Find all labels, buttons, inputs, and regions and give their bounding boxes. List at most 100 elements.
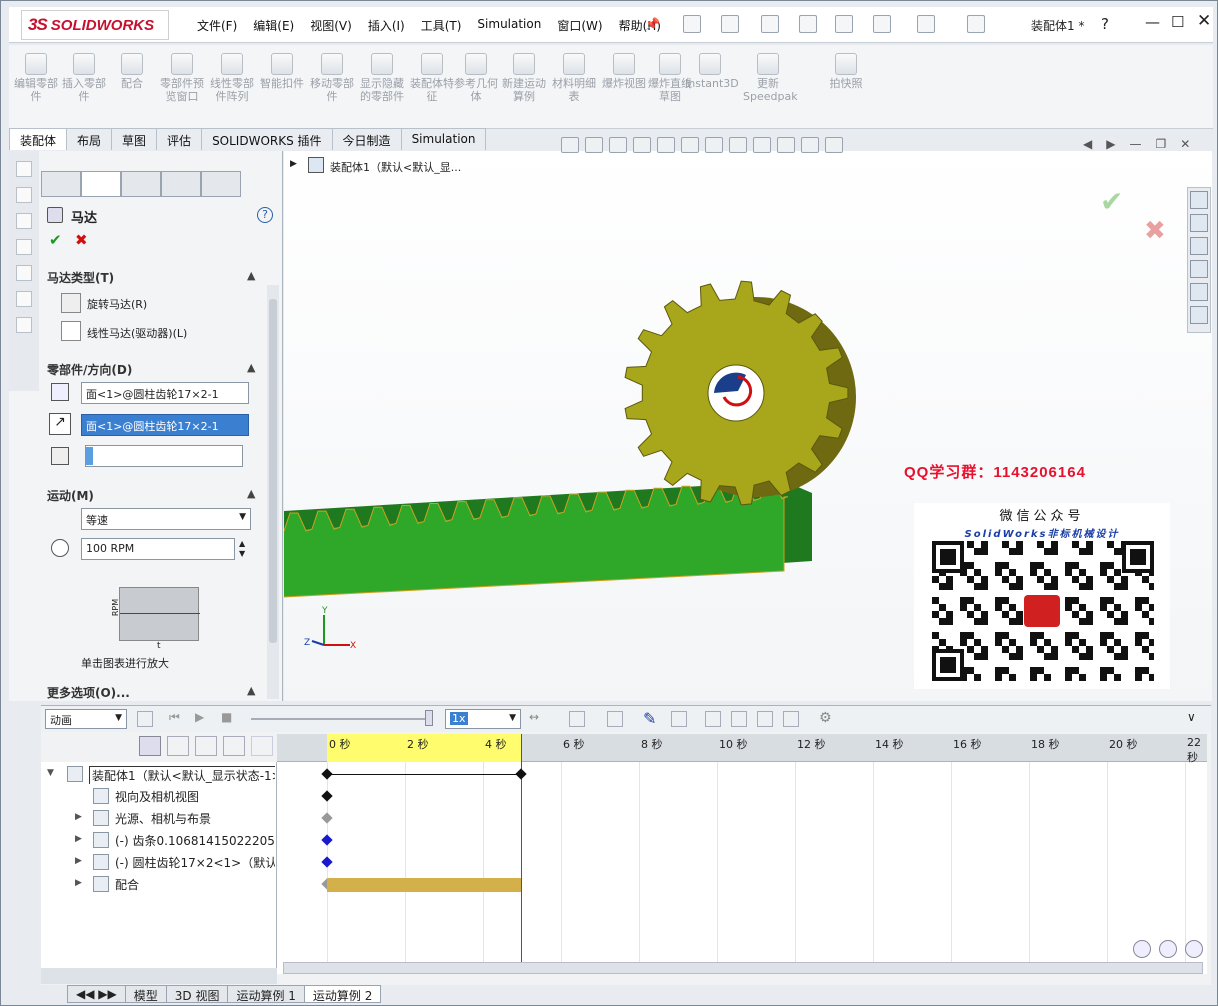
tree-row-mates[interactable]: ▶ 配合 (41, 874, 275, 894)
expand-icon[interactable]: ▼ (47, 768, 54, 778)
view-orientation-icon[interactable] (561, 137, 579, 153)
tab-3d-view[interactable]: 3D 视图 (165, 985, 229, 1003)
keyframe[interactable] (321, 856, 333, 868)
study-properties-gear-icon[interactable]: ⚙ (819, 710, 832, 726)
menu-window[interactable]: 窗口(W) (549, 17, 610, 34)
expand-icon[interactable]: ▶ (75, 834, 82, 844)
new-doc-icon[interactable] (683, 15, 701, 33)
side-tool-icon[interactable] (16, 265, 32, 281)
command-button[interactable]: 零部件预览窗口 (157, 53, 207, 103)
menu-file[interactable]: 文件(F) (189, 17, 245, 34)
expand-icon[interactable]: ▶ (75, 856, 82, 866)
appearances-icon[interactable] (1190, 283, 1208, 301)
speed-spinner[interactable]: ▲ ▼ (239, 539, 245, 559)
help-icon[interactable]: ? (257, 207, 273, 223)
menu-help[interactable]: 帮助(H) (611, 17, 669, 34)
dynamic-annotation-icon[interactable] (681, 137, 699, 153)
spring-icon[interactable] (731, 711, 747, 727)
select-icon[interactable] (873, 15, 891, 33)
open-icon[interactable] (721, 15, 739, 33)
menu-insert[interactable]: 插入(I) (360, 17, 413, 34)
confirm-ok-icon[interactable]: ✔ (1100, 185, 1123, 218)
side-tool-icon[interactable] (16, 291, 32, 307)
close-button[interactable]: ✕ (1197, 11, 1211, 31)
minimize-button[interactable]: — (1145, 13, 1160, 31)
more-options-header[interactable]: 更多选项(O)... (47, 684, 130, 701)
pm-scrollbar[interactable] (267, 285, 279, 699)
viewport-restore-icon[interactable]: ❐ (1155, 137, 1166, 151)
undo-icon[interactable] (835, 15, 853, 33)
feature-manager-tab[interactable] (41, 171, 81, 197)
filter-driving-icon[interactable] (195, 736, 217, 756)
filter-selected-icon[interactable] (223, 736, 245, 756)
edit-appearance-icon[interactable] (777, 137, 795, 153)
tab-addins[interactable]: SOLIDWORKS 插件 (201, 128, 333, 150)
scroll-thumb[interactable] (269, 299, 277, 643)
side-tool-icon[interactable] (16, 239, 32, 255)
tree-hscroll[interactable] (41, 968, 277, 984)
command-button[interactable]: 线性零部件阵列 (207, 53, 257, 103)
stop-icon[interactable]: ■ (221, 710, 232, 724)
next-arrow-icon[interactable]: ▶ (1106, 137, 1115, 151)
command-button[interactable]: 配合 (107, 53, 157, 90)
collapse-icon[interactable]: ▲ (247, 487, 255, 500)
save-animation-icon[interactable] (569, 711, 585, 727)
tree-row-view-camera[interactable]: 视向及相机视图 (41, 786, 275, 806)
dimxpert-tab[interactable] (161, 171, 201, 197)
display-style-icon[interactable] (729, 137, 747, 153)
filter-icon[interactable] (139, 736, 161, 756)
motor-type-header[interactable]: 马达类型(T) (47, 269, 114, 286)
mate-change-bar[interactable] (327, 878, 521, 892)
timeline-hscroll[interactable] (283, 962, 1203, 974)
study-type-select[interactable]: 动画 ▼ (45, 709, 127, 729)
reverse-direction-icon[interactable]: ↗ (49, 413, 71, 435)
filter-animated-icon[interactable] (167, 736, 189, 756)
command-button[interactable]: 新建运动算例 (499, 53, 549, 103)
command-button[interactable]: 材料明细表 (549, 53, 599, 103)
help-icon[interactable]: ? (1101, 15, 1109, 33)
apply-scene-icon[interactable] (801, 137, 819, 153)
collapse-icon[interactable]: ▲ (247, 361, 255, 374)
speed-input[interactable]: 100 RPM (81, 538, 235, 560)
side-tool-icon[interactable] (16, 317, 32, 333)
zoom-fit-icon[interactable] (1133, 940, 1151, 958)
collapse-icon[interactable]: ▲ (247, 269, 255, 282)
viewport-close-icon[interactable]: ✕ (1180, 137, 1190, 151)
add-key-icon[interactable] (671, 711, 687, 727)
file-explorer-icon[interactable] (1190, 237, 1208, 255)
graphics-area[interactable]: ▶ 装配体1（默认<默认_显... Y X Z ✔ ✖ QQ学习群：114320 (284, 151, 1212, 701)
rotary-motor-icon[interactable] (61, 293, 81, 313)
timeline[interactable]: 0 秒 2 秒 4 秒 6 秒 8 秒 10 秒 12 秒 14 秒 16 秒 18 秒 20 秒 2… (277, 734, 1207, 974)
viewport-minimize-icon[interactable]: — (1129, 137, 1141, 151)
pin-icon[interactable]: 📌 (645, 17, 660, 31)
expand-icon[interactable]: ▶ (75, 878, 82, 888)
command-button[interactable]: 装配体特征 (407, 53, 457, 103)
play-from-start-icon[interactable]: ⏮ (169, 710, 180, 725)
collapse-icon[interactable]: ▲ (247, 684, 255, 697)
contact-icon[interactable] (757, 711, 773, 727)
prev-arrow-icon[interactable]: ◀ (1083, 137, 1092, 151)
zoom-out-icon[interactable] (1185, 940, 1203, 958)
zoom-in-icon[interactable] (1159, 940, 1177, 958)
ok-check-icon[interactable]: ✔ (49, 231, 62, 249)
tab-mbd[interactable]: 今日制造 (331, 128, 402, 150)
command-button[interactable]: 拍快照 (821, 53, 871, 90)
time-ruler[interactable]: 0 秒 2 秒 4 秒 6 秒 8 秒 10 秒 12 秒 14 秒 16 秒 18 秒 20 秒 2… (277, 734, 1207, 764)
maximize-button[interactable]: ☐ (1171, 13, 1184, 31)
cancel-x-icon[interactable]: ✖ (75, 231, 88, 249)
zoom-to-fit-icon[interactable] (585, 137, 603, 153)
confirm-cancel-icon[interactable]: ✖ (1144, 216, 1166, 246)
component-direction-header[interactable]: 零部件/方向(D) (47, 361, 132, 378)
animation-wizard-icon[interactable] (607, 711, 623, 727)
motion-type-select[interactable]: 等速 ▼ (81, 508, 251, 530)
playback-speed-select[interactable]: 1x ▼ (445, 709, 521, 729)
command-button[interactable]: 显示隐藏的零部件 (357, 53, 407, 103)
playback-slider[interactable] (251, 718, 427, 720)
playback-slider-thumb[interactable] (425, 710, 433, 726)
side-tool-icon[interactable] (16, 213, 32, 229)
relative-component-field[interactable] (85, 445, 243, 467)
tree-row-assembly[interactable]: ▼ 装配体1（默认<默认_显示状态-1>） (41, 764, 275, 784)
design-library-icon[interactable] (1190, 214, 1208, 232)
custom-properties-icon[interactable] (1190, 306, 1208, 324)
menu-edit[interactable]: 编辑(E) (245, 17, 302, 34)
